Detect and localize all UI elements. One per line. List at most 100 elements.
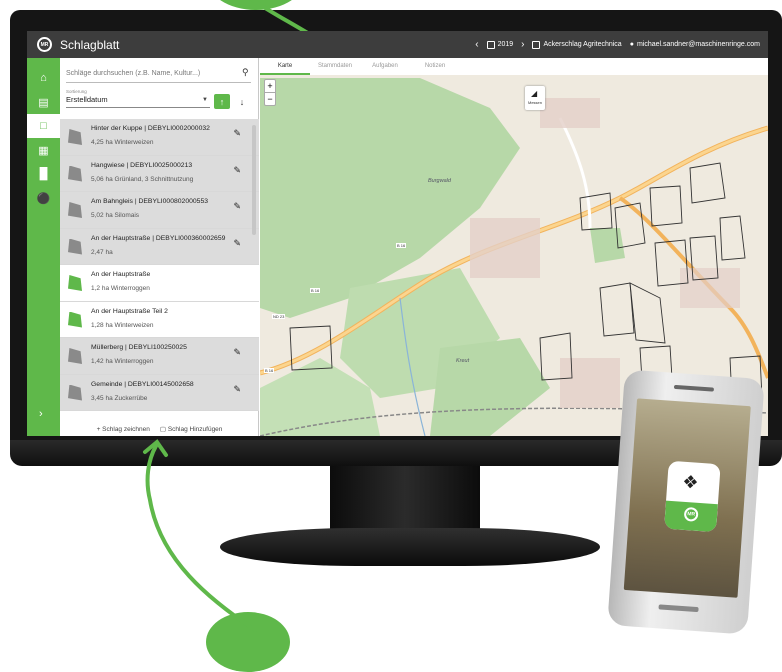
calendar-icon: ▦ (38, 144, 49, 157)
list-item[interactable]: An der Hauptstraße | DEBYLI000360002659 … (60, 228, 259, 265)
edit-icon[interactable]: ✎ (233, 238, 241, 249)
field-title: Am Bahngleis | DEBYLI000802000553 (91, 198, 209, 205)
list-item[interactable]: An der Hauptstraße 1,2 ha Winterroggen (60, 265, 259, 302)
building-icon (532, 40, 541, 49)
map-label-kreut: Kreut (456, 358, 470, 364)
calendar-icon (486, 40, 495, 49)
app-logo[interactable]: MR (37, 37, 52, 52)
field-shape-icon (68, 238, 82, 255)
year-selector[interactable]: 2019 (486, 40, 514, 49)
draw-field-button[interactable]: + Schlag zeichnen (97, 426, 150, 433)
field-shape-icon (68, 165, 82, 182)
list-item[interactable]: Gemeinde | DEBYLI00145002658 3,45 ha Zuc… (60, 374, 259, 411)
list-scrollbar[interactable] (252, 125, 256, 235)
field-title: Hangwiese | DEBYLI0025000213 (91, 161, 193, 169)
nav-clipboard[interactable]: □ (27, 114, 60, 138)
field-subtitle: 5,02 ha Silomais (91, 212, 140, 219)
plus-icon: + (96, 425, 101, 433)
smartphone: ❖ MR (607, 369, 765, 635)
field-subtitle: 2,47 ha (91, 248, 113, 256)
nav-list[interactable]: ▤ (27, 90, 60, 114)
tab-notizen[interactable]: Notizen (410, 58, 460, 75)
field-title: Müllerberg | DEBYLI100250025 (91, 344, 187, 351)
field-title: An der Hauptstraße Teil 2 (91, 307, 168, 315)
edit-icon[interactable]: ✎ (233, 347, 241, 358)
field-shape-icon (68, 348, 82, 364)
field-shape-icon (68, 384, 82, 401)
panel-footer: + Schlag zeichnen ▢ Schlag Hinzufügen (60, 422, 259, 436)
measure-button[interactable]: ◢ Messen (525, 86, 545, 110)
field-shape-icon (68, 202, 82, 218)
edit-icon[interactable]: ✎ (233, 128, 241, 139)
field-subtitle: 4,25 ha Winterweizen (91, 139, 154, 146)
search-icon[interactable]: ⚲ (242, 67, 249, 78)
edit-icon[interactable]: ✎ (233, 384, 241, 395)
field-subtitle: 3,45 ha Zuckerrübe (91, 394, 148, 402)
nav-tractor[interactable]: ⚫ (27, 186, 60, 210)
field-title: An der Hauptstraße | DEBYLI000360002659 (91, 234, 226, 242)
sort-descending-button[interactable]: ↓ (235, 94, 249, 109)
sort-value: Erstelldatum (66, 95, 108, 104)
road-label: B 16 (264, 368, 275, 373)
year-label: 2019 (497, 41, 514, 48)
list-item[interactable]: Müllerberg | DEBYLI100250025 1,42 ha Win… (60, 338, 259, 375)
field-subtitle: 5,06 ha Grünland, 3 Schnittnutzung (91, 175, 194, 183)
list-item[interactable]: Hinter der Kuppe | DEBYLI0002000032 4,25… (60, 119, 259, 156)
sort-label: Sortierung (66, 89, 87, 94)
phone-screen: ❖ MR (623, 398, 751, 598)
edit-icon[interactable]: ✎ (233, 201, 241, 212)
year-prev-button[interactable]: ‹ (475, 39, 478, 50)
user-menu[interactable]: ● michael.sandner@maschinenringe.com (630, 41, 760, 48)
road-label: B 16 (310, 288, 321, 293)
nav-chart[interactable]: █ (27, 162, 60, 186)
year-next-button[interactable]: › (521, 39, 524, 50)
zoom-in-button[interactable]: + (265, 80, 275, 92)
list-icon: ▤ (38, 96, 49, 109)
nav-expand-chevron[interactable]: › (39, 408, 43, 420)
field-shape-icon (68, 129, 82, 145)
field-list-panel: Schläge durchsuchen (z.B. Name, Kultur..… (60, 58, 259, 436)
tab-aufgaben[interactable]: Aufgaben (360, 58, 410, 75)
list-item[interactable]: Hangwiese | DEBYLI0025000213 5,06 ha Grü… (60, 155, 259, 192)
search-input[interactable]: Schläge durchsuchen (z.B. Name, Kultur..… (66, 65, 251, 83)
tractor-icon: ⚫ (36, 192, 51, 205)
edit-icon[interactable]: ✎ (233, 165, 241, 176)
app-title: Schlagblatt (60, 37, 120, 52)
add-box-icon: ▢ (159, 426, 167, 433)
phone-speaker (673, 384, 715, 392)
user-icon: ● (629, 41, 634, 48)
road-label: ND 23 (272, 314, 286, 319)
zoom-control: + − (264, 79, 276, 106)
road-label: B 16 (396, 243, 407, 248)
clipboard-icon: □ (40, 120, 47, 132)
app-icon-tile[interactable]: ❖ MR (664, 460, 721, 533)
list-item[interactable]: Am Bahngleis | DEBYLI000802000553 5,02 h… (60, 192, 259, 229)
zoom-out-button[interactable]: − (265, 92, 275, 105)
field-title: Gemeinde | DEBYLI00145002658 (91, 380, 194, 388)
sort-ascending-button[interactable]: ↑ (214, 94, 230, 109)
nav-home[interactable]: ⌂ (27, 66, 60, 90)
chart-icon: █ (39, 168, 48, 180)
tab-stammdaten[interactable]: Stammdaten (310, 58, 360, 75)
company-label: Ackerschlag Agritechnica (543, 41, 622, 48)
map-label-burgwald: Burgwald (428, 178, 451, 184)
ruler-icon: ◢ (531, 89, 538, 98)
home-icon: ⌂ (40, 72, 47, 84)
user-label: michael.sandner@maschinenringe.com (636, 41, 760, 48)
field-title: An der Hauptstraße (91, 271, 151, 278)
app-bar: MR Schlagblatt ‹ 2019 › Ackerschlag Agri… (27, 31, 768, 58)
tab-karte[interactable]: Karte (260, 58, 310, 75)
field-shape-icon (68, 275, 82, 291)
measure-label: Messen (527, 100, 542, 105)
add-field-button[interactable]: ▢ Schlag Hinzufügen (160, 425, 223, 433)
nav-calendar[interactable]: ▦ (27, 138, 60, 162)
phone-home-bar (658, 604, 699, 613)
map-pin-icon: ❖ (681, 471, 700, 493)
field-title: Hinter der Kuppe | DEBYLI0002000032 (91, 125, 210, 132)
map-tabs: Karte Stammdaten Aufgaben Notizen (260, 58, 768, 75)
arrow-down-icon: ↓ (239, 96, 245, 107)
field-subtitle: 1,42 ha Winterroggen (91, 358, 154, 365)
sort-select[interactable]: Erstelldatum ▼ (66, 95, 210, 108)
company-selector[interactable]: Ackerschlag Agritechnica (532, 40, 622, 49)
list-item[interactable]: An der Hauptstraße Teil 2 1,28 ha Winter… (60, 301, 259, 338)
